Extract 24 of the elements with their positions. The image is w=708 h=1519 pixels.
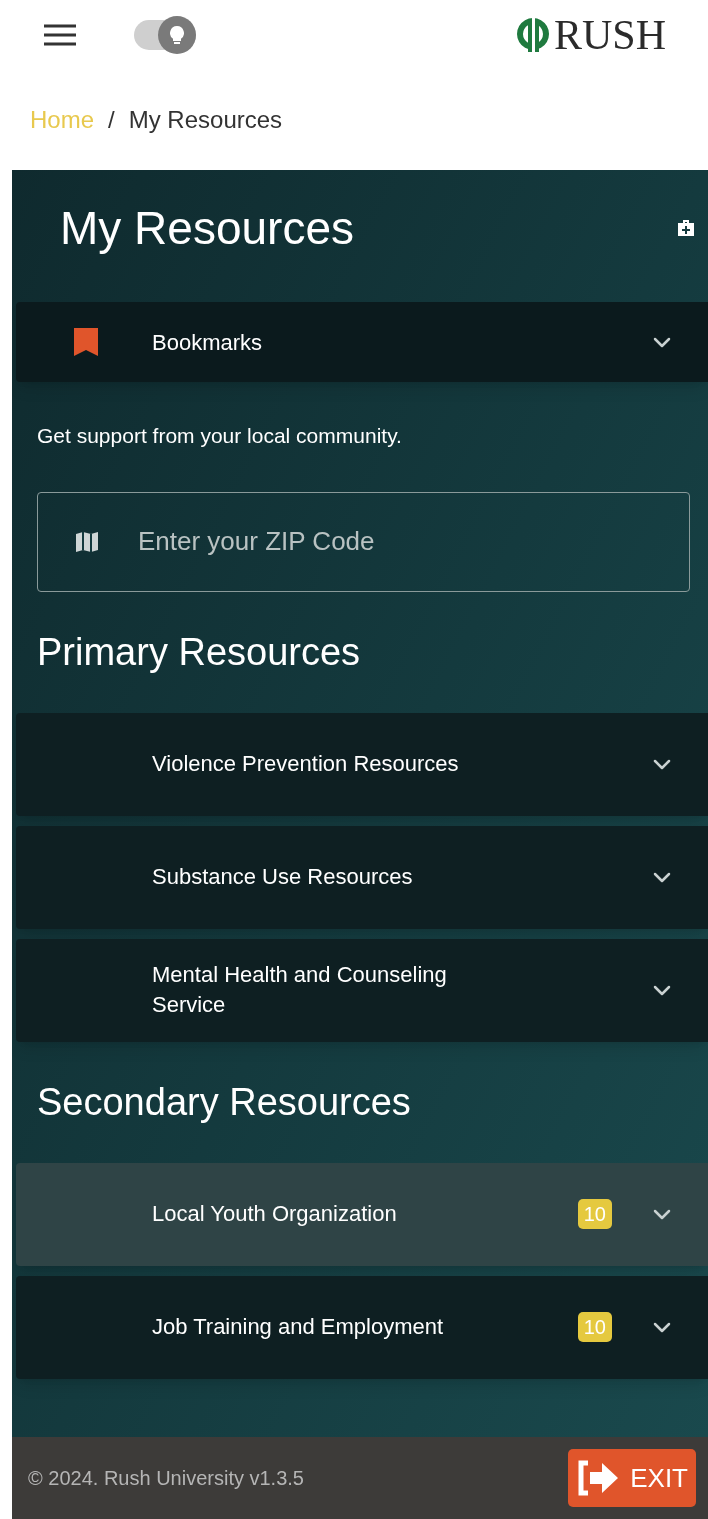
count-badge: 10 xyxy=(577,1312,612,1342)
logo-icon xyxy=(515,16,550,54)
resource-accordion[interactable]: Violence Prevention Resources xyxy=(16,712,708,816)
logo-text: RUSH xyxy=(553,14,666,56)
lightbulb-icon xyxy=(170,26,184,44)
resource-accordion[interactable]: Mental Health and Counseling Service xyxy=(16,938,708,1042)
breadcrumb-text: My Resources xyxy=(128,105,283,135)
section-heading: Secondary Resources xyxy=(37,1079,412,1125)
first-aid-kit-icon[interactable] xyxy=(676,218,696,238)
panel-title: My Resources xyxy=(60,200,354,256)
resource-accordion[interactable]: Substance Use Resources xyxy=(16,825,708,929)
bookmark-icon xyxy=(74,328,98,356)
intro-text: Get support from your local community. xyxy=(37,423,403,449)
resource-accordion[interactable]: Local Youth Organization 10 xyxy=(16,1162,708,1266)
menu-icon[interactable] xyxy=(42,23,78,47)
exit-button[interactable]: EXIT xyxy=(568,1449,696,1507)
zip-field[interactable]: Enter your ZIP Code xyxy=(37,491,690,592)
count-badge: 10 xyxy=(577,1199,612,1229)
breadcrumb-text: / xyxy=(108,105,115,135)
bookmarks-accordion[interactable]: Bookmarks xyxy=(16,302,708,382)
map-icon xyxy=(75,530,99,553)
section-heading: Primary Resources xyxy=(37,629,362,675)
resource-accordion[interactable]: Job Training and Employment 10 xyxy=(16,1275,708,1379)
copyright-text: © 2024. Rush University v1.3.5 xyxy=(28,1466,304,1491)
